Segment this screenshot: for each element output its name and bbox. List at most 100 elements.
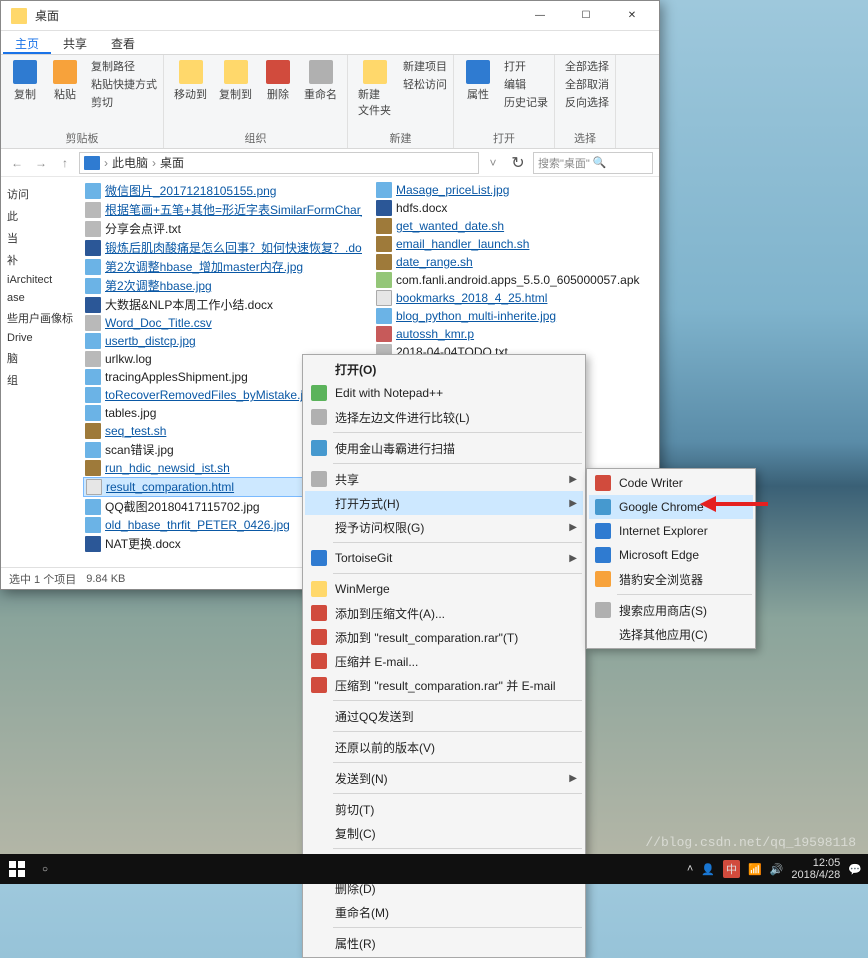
sidebar-item[interactable]: 此 <box>5 205 73 227</box>
menu-item[interactable]: Google Chrome <box>589 495 753 519</box>
paste-button[interactable]: 粘贴 <box>47 58 83 104</box>
menu-item[interactable]: 剪切(T) <box>305 797 583 821</box>
ime-indicator[interactable]: 中 <box>723 860 740 878</box>
file-item[interactable]: usertb_distcp.jpg <box>83 332 362 350</box>
sidebar-item[interactable]: ase <box>5 289 73 307</box>
menu-item[interactable]: 共享▶ <box>305 467 583 491</box>
copy-path-button[interactable]: 复制路径 <box>87 58 157 74</box>
properties-button[interactable]: 属性 <box>460 58 496 104</box>
menu-item[interactable]: 通过QQ发送到 <box>305 704 583 728</box>
file-item[interactable]: 分享会点评.txt <box>83 219 362 238</box>
menu-item[interactable]: 复制(C) <box>305 821 583 845</box>
refresh-button[interactable]: ↻ <box>507 152 529 174</box>
menu-item[interactable]: 添加到压缩文件(A)... <box>305 601 583 625</box>
file-item[interactable]: 根据笔画+五笔+其他=形近字表SimilarFormChar_6.txt <box>83 200 362 219</box>
file-item[interactable]: Word_Doc_Title.csv <box>83 314 362 332</box>
notification-icon[interactable]: 💬 <box>848 863 862 876</box>
menu-item-label: 使用金山毒霸进行扫描 <box>335 440 455 457</box>
file-item[interactable]: 第2次调整hbase_增加master内存.jpg <box>83 257 362 276</box>
menu-item[interactable]: 选择左边文件进行比较(L) <box>305 405 583 429</box>
search-input[interactable]: 搜索"桌面" 🔍 <box>533 152 653 174</box>
moveto-button[interactable]: 移动到 <box>170 58 211 104</box>
address-box[interactable]: › 此电脑 › 桌面 <box>79 152 479 174</box>
tray-people-icon[interactable]: 👤 <box>701 863 715 876</box>
maximize-button[interactable]: ☐ <box>563 1 609 31</box>
menu-item[interactable]: 压缩到 "result_comparation.rar" 并 E-mail <box>305 673 583 697</box>
delete-button[interactable]: 删除 <box>260 58 296 104</box>
sidebar-item[interactable]: 访问 <box>5 183 73 205</box>
file-item[interactable]: get_wanted_date.sh <box>374 217 653 235</box>
invert-button[interactable]: 反向选择 <box>561 94 609 110</box>
menu-item[interactable]: 重命名(M) <box>305 900 583 924</box>
paste-shortcut-button[interactable]: 粘贴快捷方式 <box>87 76 157 92</box>
copy-button[interactable]: 复制 <box>7 58 43 104</box>
nav-forward-button[interactable]: → <box>31 153 51 173</box>
file-item[interactable]: date_range.sh <box>374 253 653 271</box>
sidebar-item[interactable]: 组 <box>5 369 73 391</box>
menu-item[interactable]: 打开(O) <box>305 357 583 381</box>
selection-size: 9.84 KB <box>86 573 125 585</box>
tray-up-icon[interactable]: ˄ <box>687 863 693 875</box>
menu-item[interactable]: 打开方式(H)▶ <box>305 491 583 515</box>
cut-button[interactable]: 剪切 <box>87 94 157 110</box>
file-item[interactable]: email_handler_launch.sh <box>374 235 653 253</box>
easyaccess-button[interactable]: 轻松访问 <box>399 76 447 92</box>
menu-item-icon <box>311 409 327 425</box>
sidebar-item[interactable]: 脑 <box>5 347 73 369</box>
menu-item[interactable]: 授予访问权限(G)▶ <box>305 515 583 539</box>
menu-item[interactable]: 猎豹安全浏览器 <box>589 567 753 591</box>
tab-share[interactable]: 共享 <box>51 31 99 54</box>
sidebar-item[interactable]: 些用户画像标签 <box>5 307 73 329</box>
history-button[interactable]: 历史记录 <box>500 94 548 110</box>
menu-item[interactable]: 发送到(N)▶ <box>305 766 583 790</box>
taskbar-search-icon[interactable]: ○ <box>34 858 56 880</box>
open-button[interactable]: 打开 <box>500 58 548 74</box>
taskbar-clock[interactable]: 12:05 2018/4/28 <box>791 857 840 881</box>
menu-item[interactable]: WinMerge <box>305 577 583 601</box>
tab-home[interactable]: 主页 <box>3 31 51 54</box>
sidebar-item[interactable]: 补 <box>5 249 73 271</box>
sound-icon[interactable]: 🔊 <box>770 863 784 876</box>
menu-item[interactable]: 选择其他应用(C) <box>589 622 753 646</box>
minimize-button[interactable]: — <box>517 1 563 31</box>
file-item[interactable]: autossh_kmr.p <box>374 325 653 343</box>
menu-item-icon <box>595 523 611 539</box>
rename-button[interactable]: 重命名 <box>300 58 341 104</box>
close-button[interactable]: ✕ <box>609 1 655 31</box>
wifi-icon[interactable]: 📶 <box>748 863 762 876</box>
file-item[interactable]: 微信图片_20171218105155.png <box>83 181 362 200</box>
file-item[interactable]: blog_python_multi-inherite.jpg <box>374 307 653 325</box>
file-item[interactable]: 大数据&NLP本周工作小结.docx <box>83 295 362 314</box>
selectnone-button[interactable]: 全部取消 <box>561 76 609 92</box>
sidebar-item[interactable]: Drive <box>5 329 73 347</box>
file-item[interactable]: Masage_priceList.jpg <box>374 181 653 199</box>
selectall-button[interactable]: 全部选择 <box>561 58 609 74</box>
newfolder-button[interactable]: 新建 文件夹 <box>354 58 395 120</box>
menu-item[interactable]: Code Writer <box>589 471 753 495</box>
file-item[interactable]: bookmarks_2018_4_25.html <box>374 289 653 307</box>
tab-view[interactable]: 查看 <box>99 31 147 54</box>
newitem-button[interactable]: 新建项目 <box>399 58 447 74</box>
addr-history-button[interactable]: ˅ <box>483 153 503 173</box>
menu-item[interactable]: Microsoft Edge <box>589 543 753 567</box>
sidebar-item[interactable]: iArchitect <box>5 271 73 289</box>
menu-item[interactable]: 使用金山毒霸进行扫描 <box>305 436 583 460</box>
file-item[interactable]: com.fanli.android.apps_5.5.0_605000057.a… <box>374 271 653 289</box>
nav-up-button[interactable]: ↑ <box>55 153 75 173</box>
menu-item[interactable]: TortoiseGit▶ <box>305 546 583 570</box>
start-button[interactable] <box>6 858 28 880</box>
menu-item[interactable]: 添加到 "result_comparation.rar"(T) <box>305 625 583 649</box>
menu-item[interactable]: 属性(R) <box>305 931 583 955</box>
menu-item[interactable]: Internet Explorer <box>589 519 753 543</box>
edit-button[interactable]: 编辑 <box>500 76 548 92</box>
menu-item[interactable]: Edit with Notepad++ <box>305 381 583 405</box>
sidebar-item[interactable]: 当 <box>5 227 73 249</box>
copyto-button[interactable]: 复制到 <box>215 58 256 104</box>
file-item[interactable]: hdfs.docx <box>374 199 653 217</box>
menu-item[interactable]: 压缩并 E-mail... <box>305 649 583 673</box>
nav-back-button[interactable]: ← <box>7 153 27 173</box>
menu-item[interactable]: 搜索应用商店(S) <box>589 598 753 622</box>
file-item[interactable]: 锻炼后肌肉酸痛是怎么回事？如何快速恢复？.docx <box>83 238 362 257</box>
menu-item[interactable]: 还原以前的版本(V) <box>305 735 583 759</box>
file-item[interactable]: 第2次调整hbase.jpg <box>83 276 362 295</box>
